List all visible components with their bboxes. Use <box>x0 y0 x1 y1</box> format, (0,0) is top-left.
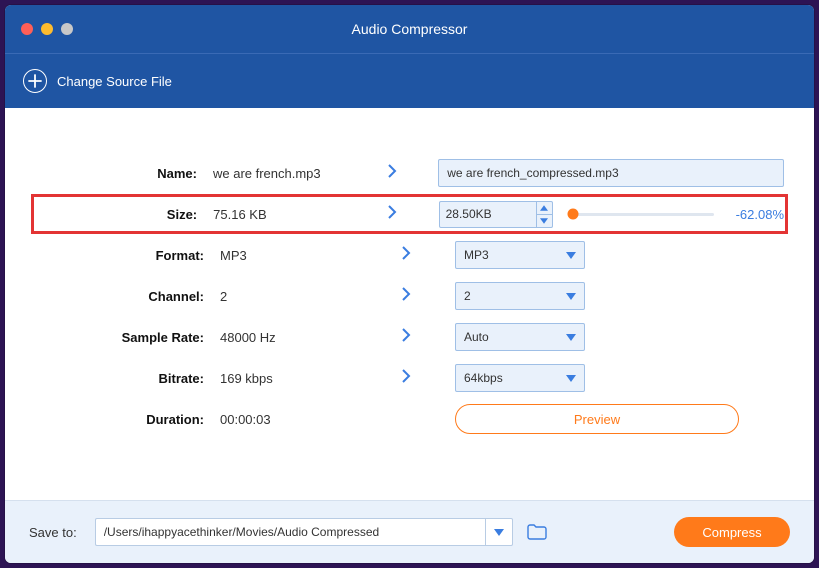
sample-rate-output-value: Auto <box>464 330 489 344</box>
channel-output-value: 2 <box>464 289 471 303</box>
chevron-right-icon <box>400 328 412 347</box>
chevron-down-icon <box>566 371 576 385</box>
size-output-value: 28.50KB <box>440 207 536 221</box>
bitrate-select[interactable]: 64kbps <box>455 364 585 392</box>
size-step-down[interactable] <box>537 214 552 227</box>
save-path-combo <box>95 518 513 546</box>
footer: Save to: Compress <box>5 500 814 563</box>
row-size: Size: 75.16 KB 28.50KB -62.08% <box>31 194 788 234</box>
chevron-right-icon <box>400 369 412 388</box>
duration-value: 00:00:03 <box>220 412 400 427</box>
duration-label: Duration: <box>35 412 220 427</box>
name-source: we are french.mp3 <box>213 166 386 181</box>
save-path-dropdown[interactable] <box>485 518 513 546</box>
sample-rate-select[interactable]: Auto <box>455 323 585 351</box>
window-title: Audio Compressor <box>5 21 814 37</box>
sample-rate-source: 48000 Hz <box>220 330 400 345</box>
plus-icon <box>23 69 47 93</box>
fullscreen-icon[interactable] <box>61 23 73 35</box>
form-area: Name: we are french.mp3 Size: 75.16 KB 2… <box>5 108 814 439</box>
close-icon[interactable] <box>21 23 33 35</box>
format-label: Format: <box>35 248 220 263</box>
size-percent: -62.08% <box>722 207 784 222</box>
app-window: Audio Compressor Change Source File Name… <box>5 5 814 563</box>
size-slider[interactable] <box>573 213 714 216</box>
size-source: 75.16 KB <box>213 207 386 222</box>
minimize-icon[interactable] <box>41 23 53 35</box>
name-label: Name: <box>35 166 213 181</box>
slider-thumb-icon[interactable] <box>567 209 578 220</box>
change-source-button[interactable]: Change Source File <box>23 69 172 93</box>
name-output-field[interactable] <box>438 159 784 187</box>
size-step-up[interactable] <box>537 202 552 214</box>
format-select[interactable]: MP3 <box>455 241 585 269</box>
row-bitrate: Bitrate: 169 kbps 64kbps <box>35 358 784 398</box>
save-path-field[interactable] <box>95 518 485 546</box>
row-name: Name: we are french.mp3 <box>35 153 784 193</box>
format-output-value: MP3 <box>464 248 489 262</box>
chevron-down-icon <box>494 523 504 541</box>
channel-source: 2 <box>220 289 400 304</box>
folder-icon <box>527 524 547 540</box>
chevron-down-icon <box>566 248 576 262</box>
chevron-down-icon <box>566 330 576 344</box>
bitrate-source: 169 kbps <box>220 371 400 386</box>
channel-select[interactable]: 2 <box>455 282 585 310</box>
open-folder-button[interactable] <box>525 520 549 544</box>
row-format: Format: MP3 MP3 <box>35 235 784 275</box>
bitrate-output-value: 64kbps <box>464 371 503 385</box>
window-controls <box>21 23 73 35</box>
sample-rate-label: Sample Rate: <box>35 330 220 345</box>
chevron-down-icon <box>566 289 576 303</box>
format-source: MP3 <box>220 248 400 263</box>
compress-button[interactable]: Compress <box>674 517 790 547</box>
bitrate-label: Bitrate: <box>35 371 220 386</box>
channel-label: Channel: <box>35 289 220 304</box>
titlebar: Audio Compressor <box>5 5 814 53</box>
size-stepper[interactable]: 28.50KB <box>439 201 553 228</box>
chevron-right-icon <box>386 164 398 183</box>
chevron-right-icon <box>386 205 398 224</box>
save-to-label: Save to: <box>29 525 77 540</box>
size-label: Size: <box>35 207 213 222</box>
row-duration: Duration: 00:00:03 Preview <box>35 399 784 439</box>
preview-button[interactable]: Preview <box>455 404 739 434</box>
row-channel: Channel: 2 2 <box>35 276 784 316</box>
row-sample-rate: Sample Rate: 48000 Hz Auto <box>35 317 784 357</box>
chevron-right-icon <box>400 246 412 265</box>
change-source-label: Change Source File <box>57 74 172 89</box>
toolbar: Change Source File <box>5 53 814 108</box>
chevron-right-icon <box>400 287 412 306</box>
